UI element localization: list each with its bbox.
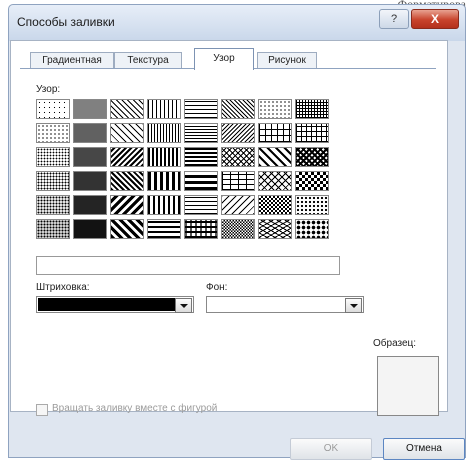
pattern-swatch-dots-60[interactable] [73,123,107,143]
pattern-swatch-dots-70[interactable] [73,147,107,167]
pattern-swatch-diag-dark[interactable] [110,147,144,167]
sample-label: Образец: [373,338,417,349]
pattern-swatch-diag-brick[interactable] [258,147,292,167]
pattern-swatch-horiz-light[interactable] [184,99,218,119]
foreground-color-dropdown[interactable] [36,296,194,313]
background-color-swatch [208,298,345,311]
pattern-swatch-dots-20[interactable] [36,147,70,167]
pattern-swatch-diag-check-small[interactable] [295,147,329,167]
pattern-swatch-horiz-dash[interactable] [184,195,218,215]
tab-pattern[interactable]: Узор [194,48,254,70]
title-bar: Способы заливки ? X [9,5,465,41]
pattern-swatch-checker-large[interactable] [295,171,329,191]
pattern-swatch-dots-10[interactable] [36,123,70,143]
background-label: Фон: [206,282,228,293]
pattern-swatch-shingle[interactable] [258,219,292,239]
pattern-swatch-diag-wide-2[interactable] [110,195,144,215]
pattern-grid [36,99,332,243]
pattern-swatch-horiz-dark[interactable] [184,147,218,167]
close-button[interactable]: X [411,9,459,29]
pattern-swatch-brick[interactable] [221,171,255,191]
help-button[interactable]: ? [379,9,409,29]
pattern-swatch-checker-small[interactable] [221,219,255,239]
pattern-swatch-dots-25[interactable] [36,171,70,191]
ok-button[interactable]: OK [290,438,372,460]
chevron-down-icon[interactable] [345,298,362,313]
pattern-swatch-zigzag[interactable] [221,147,255,167]
pattern-swatch-vert-wide[interactable] [147,171,181,191]
pattern-swatch-grid-large[interactable] [258,123,292,143]
pattern-swatch-dots-75[interactable] [73,171,107,191]
pattern-swatch-diag-wide[interactable] [110,123,144,143]
pattern-swatch-vert-light[interactable] [147,99,181,119]
pattern-swatch-solid-diamond[interactable] [258,195,292,215]
pattern-swatch-dots-90[interactable] [73,219,107,239]
pattern-swatch-diag-light[interactable] [110,99,144,119]
pattern-swatch-horiz-narrow[interactable] [184,123,218,143]
foreground-label: Штриховка: [36,282,90,293]
pattern-swatch-dotted-grid[interactable] [295,195,329,215]
rotate-with-shape-checkbox[interactable] [36,404,48,416]
pattern-name-field [36,256,340,275]
cancel-button[interactable]: Отмена [383,438,465,460]
pattern-swatch-dots-50[interactable] [73,99,107,119]
pattern-swatch-diag-dash-2[interactable] [221,123,255,143]
tab-picture[interactable]: Рисунок [257,52,317,69]
pattern-swatch-diag-dark-2[interactable] [110,171,144,191]
foreground-color-swatch [38,298,175,311]
pattern-swatch-horiz-wide-2[interactable] [147,219,181,239]
pattern-swatch-sphere[interactable] [295,219,329,239]
pattern-swatch-weave[interactable] [258,171,292,191]
pattern-swatch-divot[interactable] [221,195,255,215]
pattern-swatch-dots-80[interactable] [73,195,107,215]
dialog-title: Способы заливки [17,15,115,29]
tab-gradient[interactable]: Градиентная [30,52,114,69]
pattern-swatch-grid-large-2[interactable] [295,123,329,143]
pattern-swatch-vert-narrow[interactable] [147,123,181,143]
background-color-dropdown[interactable] [206,296,364,313]
chevron-down-icon[interactable] [175,298,192,313]
pattern-swatch-vert-dark[interactable] [147,147,181,167]
pattern-swatch-dots-5[interactable] [36,99,70,119]
pattern-swatch-plaid[interactable] [184,219,218,239]
tab-texture[interactable]: Текстура [114,52,182,69]
pattern-label: Узор: [36,84,61,95]
pattern-swatch-vert-wide-2[interactable] [147,195,181,215]
pattern-swatch-grid-small[interactable] [295,99,329,119]
sample-preview [377,356,439,416]
pattern-swatch-confetti-small[interactable] [258,99,292,119]
pattern-swatch-diag-wide-3[interactable] [110,219,144,239]
rotate-with-shape-label: Вращать заливку вместе с фигурой [52,403,218,414]
pattern-swatch-dots-30[interactable] [36,195,70,215]
pattern-swatch-diag-dash[interactable] [221,99,255,119]
pattern-swatch-horiz-wide[interactable] [184,171,218,191]
pattern-swatch-dots-40[interactable] [36,219,70,239]
